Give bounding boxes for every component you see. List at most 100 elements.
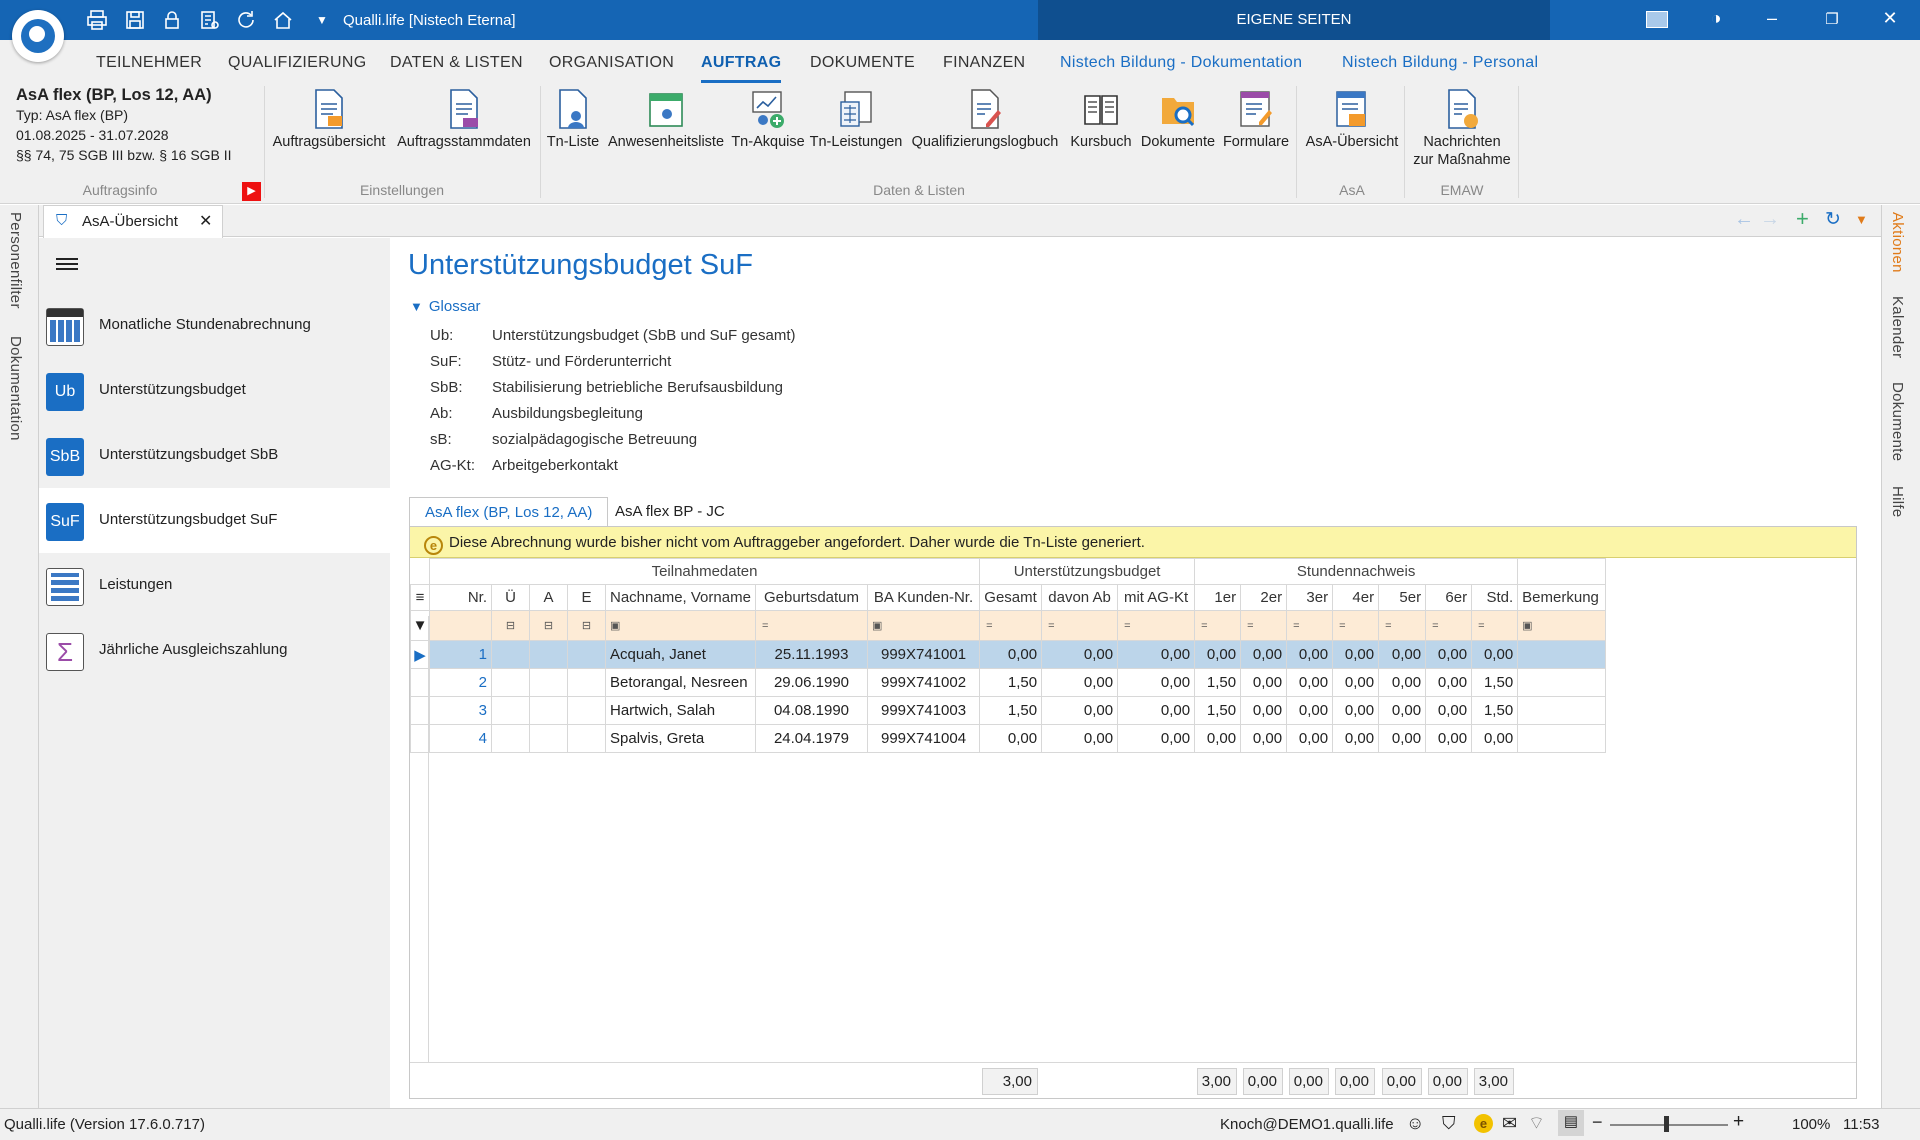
filter-text-icon[interactable]: ▣ bbox=[1517, 610, 1607, 641]
cell-5er[interactable]: 0,00 bbox=[1378, 640, 1427, 669]
cell-nr[interactable]: 3 bbox=[429, 696, 492, 725]
personenfilter-tab[interactable]: Personenfilter bbox=[7, 212, 24, 309]
filter-checkbox-icon[interactable]: ⊟ bbox=[567, 610, 606, 641]
print-icon[interactable] bbox=[86, 9, 108, 31]
layout-icon[interactable] bbox=[1646, 11, 1668, 28]
cell-ba-kunden-nr[interactable]: 999X741003 bbox=[866, 696, 981, 725]
cell-gesamt[interactable]: 1,50 bbox=[979, 668, 1043, 697]
minimize-icon[interactable]: – bbox=[1760, 8, 1784, 29]
cell-bemerkung[interactable] bbox=[1517, 724, 1607, 753]
cell-std[interactable]: 0,00 bbox=[1471, 640, 1519, 669]
eigene-seiten-button[interactable]: EIGENE SEITEN bbox=[1038, 0, 1550, 40]
cell-std[interactable]: 1,50 bbox=[1471, 668, 1519, 697]
tab-asa-flex-bp-los12[interactable]: AsA flex (BP, Los 12, AA) bbox=[409, 497, 609, 527]
table-row[interactable]: 2 Betorangal, Nesreen 29.06.1990 999X741… bbox=[410, 668, 1607, 697]
cell-a[interactable] bbox=[529, 724, 568, 753]
tn-akquise-button[interactable]: Tn-Akquise bbox=[729, 88, 807, 151]
col-bemerkung[interactable]: Bemerkung bbox=[1517, 584, 1607, 611]
col-name[interactable]: Nachname, Vorname bbox=[605, 584, 756, 611]
col-5er[interactable]: 5er bbox=[1378, 584, 1427, 611]
menu-teilnehmer[interactable]: TEILNEHMER bbox=[96, 54, 202, 72]
asa-uebersicht-button[interactable]: AsA-Übersicht bbox=[1300, 88, 1404, 151]
nav-monatliche-stundenabrechnung[interactable]: Monatliche Stundenabrechnung bbox=[39, 293, 390, 358]
mail-icon[interactable]: ✉ bbox=[1502, 1113, 1517, 1134]
cell-bemerkung[interactable] bbox=[1517, 668, 1607, 697]
cell-mit-ag-kt[interactable]: 0,00 bbox=[1117, 696, 1196, 725]
menu-organisation[interactable]: ORGANISATION bbox=[549, 54, 674, 72]
lock-icon[interactable] bbox=[161, 9, 183, 31]
filter-equals-icon[interactable]: = bbox=[1286, 610, 1334, 641]
cell-nr[interactable]: 2 bbox=[429, 668, 492, 697]
app-logo[interactable] bbox=[12, 10, 64, 62]
aktionen-tab[interactable]: Aktionen bbox=[1889, 212, 1906, 273]
filter-equals-icon[interactable]: = bbox=[1471, 610, 1519, 641]
zoom-slider-thumb[interactable] bbox=[1664, 1116, 1669, 1132]
cell-e[interactable] bbox=[567, 668, 606, 697]
cell-4er[interactable]: 0,00 bbox=[1332, 640, 1380, 669]
cell-geburtsdatum[interactable]: 25.11.1993 bbox=[755, 640, 868, 669]
cell-mit-ag-kt[interactable]: 0,00 bbox=[1117, 724, 1196, 753]
cell-geburtsdatum[interactable]: 04.08.1990 bbox=[755, 696, 868, 725]
cell-2er[interactable]: 0,00 bbox=[1240, 668, 1288, 697]
dokumente-button[interactable]: Dokumente bbox=[1138, 88, 1218, 151]
auftragsstammdaten-button[interactable]: Auftragsstammdaten bbox=[392, 88, 536, 151]
col-davon-ab[interactable]: davon Ab bbox=[1041, 584, 1119, 611]
filter-text-icon[interactable]: ▣ bbox=[866, 610, 981, 641]
cell-6er[interactable]: 0,00 bbox=[1425, 640, 1473, 669]
cell-std[interactable]: 0,00 bbox=[1471, 724, 1519, 753]
cell-4er[interactable]: 0,00 bbox=[1332, 668, 1380, 697]
cell-gesamt[interactable]: 0,00 bbox=[979, 724, 1043, 753]
cell-mit-ag-kt[interactable]: 0,00 bbox=[1117, 640, 1196, 669]
cell-davon-ab[interactable]: 0,00 bbox=[1041, 668, 1119, 697]
col-6er[interactable]: 6er bbox=[1425, 584, 1473, 611]
cell-gesamt[interactable]: 0,00 bbox=[979, 640, 1043, 669]
table-row[interactable]: ▶ 1 Acquah, Janet 25.11.1993 999X741001 … bbox=[410, 640, 1607, 669]
tn-leistungen-button[interactable]: Tn-Leistungen bbox=[808, 88, 904, 151]
hamburger-menu-icon[interactable] bbox=[56, 255, 78, 273]
cell-1er[interactable]: 0,00 bbox=[1194, 640, 1242, 669]
cell-name[interactable]: Spalvis, Greta bbox=[605, 724, 756, 753]
menu-auftrag[interactable]: AUFTRAG bbox=[701, 54, 782, 83]
cell-5er[interactable]: 0,00 bbox=[1378, 696, 1427, 725]
col-1er[interactable]: 1er bbox=[1194, 584, 1242, 611]
menu-qualifizierung[interactable]: QUALIFIZIERUNG bbox=[228, 54, 366, 72]
column-chooser-icon[interactable]: ≡ bbox=[410, 584, 430, 611]
col-ba-kunden-nr[interactable]: BA Kunden-Nr. bbox=[866, 584, 981, 611]
user-icon[interactable]: ☺ bbox=[1406, 1113, 1424, 1134]
filter-equals-icon[interactable]: = bbox=[1240, 610, 1288, 641]
add-icon[interactable]: + bbox=[1796, 206, 1809, 232]
cell-std[interactable]: 1,50 bbox=[1471, 696, 1519, 725]
cell-6er[interactable]: 0,00 bbox=[1425, 696, 1473, 725]
cell-5er[interactable]: 0,00 bbox=[1378, 724, 1427, 753]
col-geburtsdatum[interactable]: Geburtsdatum bbox=[755, 584, 868, 611]
col-mit-ag-kt[interactable]: mit AG-Kt bbox=[1117, 584, 1196, 611]
cell-ba-kunden-nr[interactable]: 999X741002 bbox=[866, 668, 981, 697]
settings-list-icon[interactable] bbox=[198, 9, 220, 31]
col-a[interactable]: A bbox=[529, 584, 568, 611]
table-row[interactable]: 3 Hartwich, Salah 04.08.1990 999X741003 … bbox=[410, 696, 1607, 725]
zoom-slider[interactable] bbox=[1610, 1124, 1728, 1126]
cell-bemerkung[interactable] bbox=[1517, 696, 1607, 725]
cell-2er[interactable]: 0,00 bbox=[1240, 640, 1288, 669]
cell-name[interactable]: Betorangal, Nesreen bbox=[605, 668, 756, 697]
filter-cell[interactable] bbox=[429, 610, 492, 641]
cell-3er[interactable]: 0,00 bbox=[1286, 724, 1334, 753]
col-4er[interactable]: 4er bbox=[1332, 584, 1380, 611]
cell-mit-ag-kt[interactable]: 0,00 bbox=[1117, 668, 1196, 697]
cell-6er[interactable]: 0,00 bbox=[1425, 668, 1473, 697]
cell-u[interactable] bbox=[491, 640, 530, 669]
back-arrow-icon[interactable]: ← bbox=[1734, 208, 1754, 231]
cell-3er[interactable]: 0,00 bbox=[1286, 668, 1334, 697]
cell-name[interactable]: Hartwich, Salah bbox=[605, 696, 756, 725]
menu-daten-listen[interactable]: DATEN & LISTEN bbox=[390, 54, 523, 72]
close-window-icon[interactable]: ✕ bbox=[1878, 8, 1902, 29]
layout-toggle-icon[interactable]: ▤ bbox=[1558, 1110, 1584, 1136]
tab-asa-flex-bp-jc[interactable]: AsA flex BP - JC bbox=[600, 497, 740, 527]
tn-liste-button[interactable]: Tn-Liste bbox=[543, 88, 603, 151]
filter-equals-icon[interactable]: = bbox=[1332, 610, 1380, 641]
col-2er[interactable]: 2er bbox=[1240, 584, 1288, 611]
close-tab-icon[interactable]: ✕ bbox=[199, 211, 212, 231]
cell-3er[interactable]: 0,00 bbox=[1286, 640, 1334, 669]
cell-geburtsdatum[interactable]: 24.04.1979 bbox=[755, 724, 868, 753]
cell-a[interactable] bbox=[529, 640, 568, 669]
